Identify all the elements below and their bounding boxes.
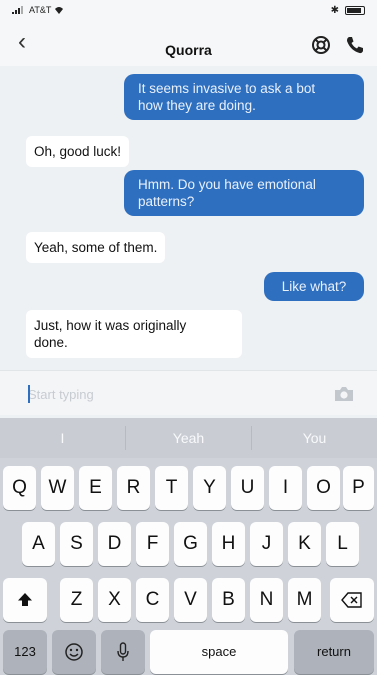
key-e[interactable]: E [79,466,112,510]
key-c[interactable]: C [136,578,169,622]
key-o[interactable]: O [307,466,340,510]
message-outgoing: Like what? [264,272,364,301]
message-line: It seems invasive to ask a bot [138,81,316,96]
key-d[interactable]: D [98,522,131,566]
key-h[interactable]: H [212,522,245,566]
key-f[interactable]: F [136,522,169,566]
key-a[interactable]: A [22,522,55,566]
message-incoming: Just, how it was originally done. [26,310,242,358]
message-line: patterns? [138,194,195,209]
numbers-key[interactable]: 123 [3,630,47,674]
message-outgoing: It seems invasive to ask a bot how they … [124,74,364,120]
nav-bar: ‹ Quorra [0,22,377,66]
delete-key[interactable] [330,578,374,622]
suggestion-1[interactable]: I [0,418,125,458]
key-i[interactable]: I [269,466,302,510]
suggestion-3[interactable]: You [252,418,377,458]
microphone-icon [117,642,129,661]
key-w[interactable]: W [41,466,74,510]
key-b[interactable]: B [212,578,245,622]
text-caret [28,385,30,403]
chat-screen: AT&T ✱ ‹ Quorra It seems invasive to ask [0,0,377,675]
message-line: Oh, good luck! [34,144,122,159]
message-line: Like what? [281,279,347,294]
key-t[interactable]: T [155,466,188,510]
suggestion-2[interactable]: Yeah [126,418,251,458]
status-right: ✱ [331,5,365,16]
message-line: Yeah, some of them. [34,240,158,255]
key-z[interactable]: Z [60,578,93,622]
backspace-icon [341,592,362,608]
key-y[interactable]: Y [193,466,226,510]
shift-icon [18,592,32,606]
phone-icon[interactable] [344,34,366,56]
message-line: Hmm. Do you have emotional [138,177,316,192]
key-q[interactable]: Q [3,466,36,510]
mic-key[interactable] [101,630,145,674]
camera-icon[interactable] [333,386,355,402]
key-r[interactable]: R [117,466,150,510]
key-u[interactable]: U [231,466,264,510]
key-j[interactable]: J [250,522,283,566]
battery-icon [345,6,365,15]
shift-key[interactable] [3,578,47,622]
return-key[interactable]: return [294,630,374,674]
key-g[interactable]: G [174,522,207,566]
message-incoming: Yeah, some of them. [26,232,166,263]
suggestion-bar: I Yeah You [0,418,377,458]
emoji-key[interactable] [52,630,96,674]
key-p[interactable]: P [343,466,374,510]
key-k[interactable]: K [288,522,321,566]
message-line: done. [34,335,68,350]
carrier-label: AT&T [29,5,52,15]
message-line: Just, how it was originally [34,318,187,333]
signal-icon [12,6,26,14]
bluetooth-icon: ✱ [330,5,339,16]
message-input[interactable] [28,385,308,403]
space-key[interactable]: space [150,630,288,674]
keyboard: I Yeah You Q W E R T Y U I O P A S D F G… [0,418,377,675]
message-outgoing: Hmm. Do you have emotional patterns? [124,170,364,216]
key-n[interactable]: N [250,578,283,622]
lifebuoy-icon[interactable] [310,34,332,56]
emoji-icon [65,643,83,661]
key-l[interactable]: L [326,522,359,566]
wifi-icon [55,7,64,14]
message-line: how they are doing. [138,98,256,113]
key-s[interactable]: S [60,522,93,566]
message-incoming: Oh, good luck! [26,136,130,167]
key-x[interactable]: X [98,578,131,622]
key-m[interactable]: M [288,578,321,622]
key-v[interactable]: V [174,578,207,622]
message-list: It seems invasive to ask a bot how they … [0,66,377,366]
status-bar: AT&T ✱ [0,0,377,22]
composer [0,370,377,415]
status-left: AT&T [12,5,64,15]
